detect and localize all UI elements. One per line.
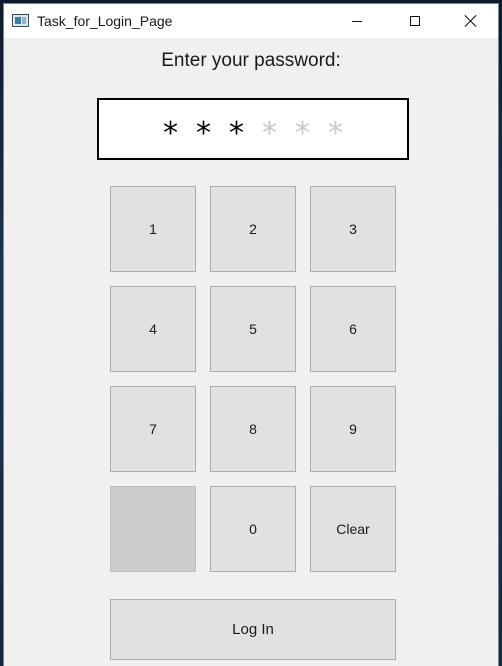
clear-button[interactable]: Clear [310,486,396,572]
login-button[interactable]: Log In [110,599,396,660]
minimize-icon [352,20,362,22]
key-5-button[interactable]: 5 [210,286,296,372]
blank-disabled-key [110,486,196,572]
close-icon [464,14,478,28]
app-window-icon [12,14,29,27]
key-6-button[interactable]: 6 [310,286,396,372]
close-button[interactable] [442,4,500,38]
key-2-button[interactable]: 2 [210,186,296,272]
pin-digit-filled: * [229,116,244,151]
key-1-button[interactable]: 1 [110,186,196,272]
key-0-button[interactable]: 0 [210,486,296,572]
login-window: Task_for_Login_Page Enter your password:… [3,3,499,666]
password-prompt: Enter your password: [161,50,341,71]
window-title: Task_for_Login_Page [37,13,173,29]
maximize-icon [410,16,420,26]
key-8-button[interactable]: 8 [210,386,296,472]
pin-digit-empty: * [328,116,343,151]
pin-digit-empty: * [262,116,277,151]
key-4-button[interactable]: 4 [110,286,196,372]
key-7-button[interactable]: 7 [110,386,196,472]
key-9-button[interactable]: 9 [310,386,396,472]
key-3-button[interactable]: 3 [310,186,396,272]
title-bar: Task_for_Login_Page [4,4,498,38]
minimize-button[interactable] [328,4,386,38]
pin-digit-empty: * [295,116,310,151]
pin-digit-filled: * [196,116,211,151]
password-display: * * * * * * [97,98,409,160]
pin-digit-filled: * [163,116,178,151]
maximize-button[interactable] [386,4,444,38]
